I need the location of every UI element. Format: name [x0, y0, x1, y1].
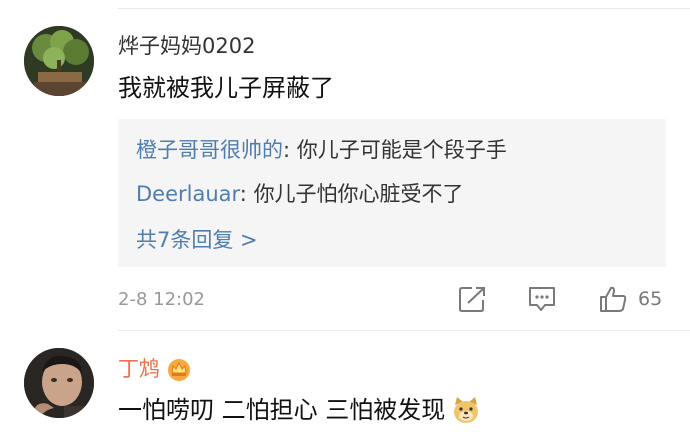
thumbs-up-icon [598, 284, 628, 314]
reply-item: Deerlauar: 你儿子怕你心脏受不了 [136, 179, 464, 209]
avatar-image [24, 26, 94, 96]
view-all-replies-link[interactable]: 共7条回复 > [136, 225, 258, 255]
avatar[interactable] [24, 26, 94, 96]
share-button[interactable] [458, 284, 488, 314]
username-text: 丁鸩 [118, 357, 160, 381]
reply-separator: : [239, 182, 254, 206]
reply-username[interactable]: 橙子哥哥很帅的 [136, 138, 283, 162]
comment-divider [118, 330, 690, 331]
reply-item: 橙子哥哥很帅的: 你儿子可能是个段子手 [136, 135, 507, 165]
comment-text: 我就被我儿子屏蔽了 [118, 74, 334, 102]
timestamp: 2-8 12:02 [118, 289, 205, 310]
comment-button[interactable] [527, 284, 557, 314]
reply-separator: : [283, 138, 297, 162]
avatar[interactable] [24, 348, 94, 418]
share-icon [458, 285, 488, 313]
crown-badge-icon [166, 357, 192, 381]
comment-text-content: 一怕唠叨 二怕担心 三怕被发现 [118, 396, 446, 424]
reply-text: 你儿子怕你心脏受不了 [253, 182, 464, 206]
doge-emoji-icon [451, 395, 481, 425]
username[interactable]: 丁鸩 [118, 355, 192, 383]
like-count: 65 [638, 288, 663, 310]
comment-icon [527, 285, 557, 313]
reply-username[interactable]: Deerlauar [136, 182, 240, 206]
reply-box[interactable]: 橙子哥哥很帅的: 你儿子可能是个段子手 Deerlauar: 你儿子怕你心脏受不… [118, 119, 666, 267]
avatar-image [24, 348, 94, 418]
reply-text: 你儿子可能是个段子手 [296, 138, 507, 162]
like-button[interactable]: 65 [598, 284, 662, 314]
top-divider [118, 8, 690, 9]
comment-text: 一怕唠叨 二怕担心 三怕被发现 [118, 394, 481, 426]
username[interactable]: 烨子妈妈0202 [118, 32, 255, 60]
